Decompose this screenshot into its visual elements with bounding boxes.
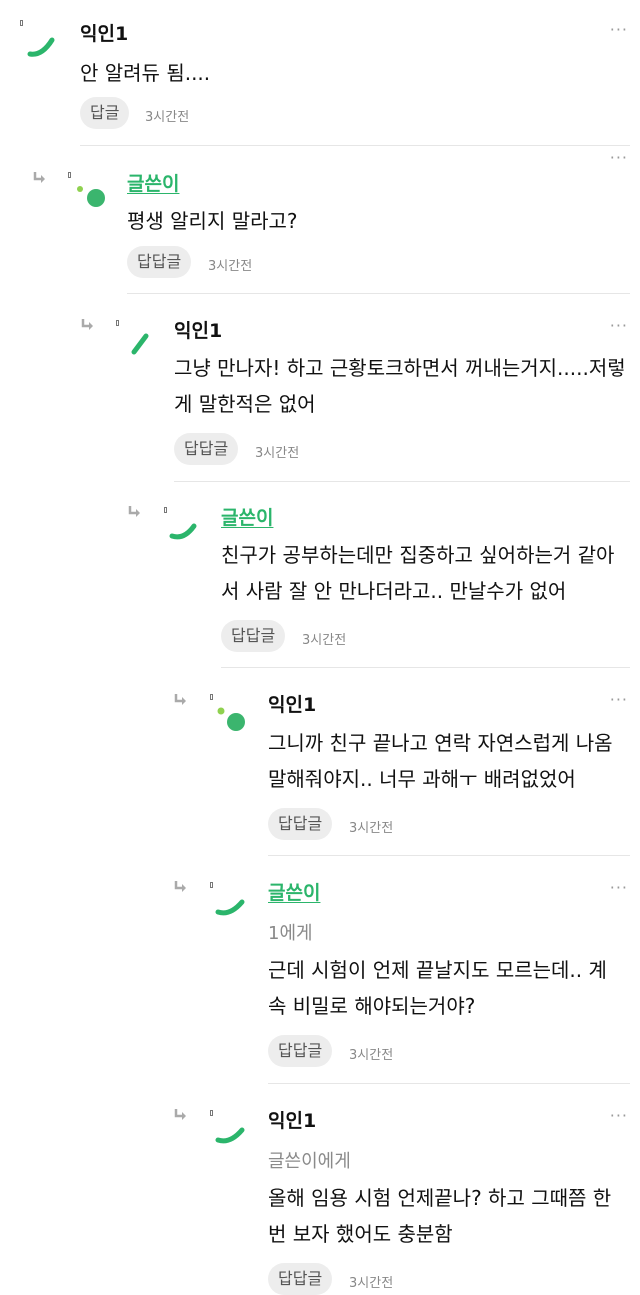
- reply-arrow-icon: [174, 1109, 186, 1120]
- avatar: [77, 186, 105, 207]
- timestamp: 3시간전: [349, 1048, 394, 1063]
- reply-arrow-icon: [128, 506, 140, 517]
- more-options-icon[interactable]: ···: [610, 148, 628, 167]
- timestamp: 3시간전: [302, 633, 347, 648]
- mention-label: 글쓴이에게: [268, 1151, 351, 1172]
- reply-arrow-icon: [174, 881, 186, 892]
- reply-arrow-icon: [81, 319, 93, 330]
- mention-label: 1에게: [268, 923, 313, 944]
- comment-author-op[interactable]: 글쓴이: [221, 503, 273, 530]
- more-options-icon[interactable]: ···: [610, 690, 628, 709]
- comment-author-op[interactable]: 글쓴이: [127, 169, 179, 196]
- comment-body: 안 알려듀 됨....: [80, 61, 211, 85]
- comment-body: 그냥 만나자! 하고 근황토크하면서 꺼내는거지.....저렇게 말한적은 없어: [174, 356, 626, 416]
- more-options-icon[interactable]: ···: [610, 20, 628, 39]
- more-options-icon[interactable]: ···: [610, 316, 628, 335]
- comment-author[interactable]: 익인1: [174, 316, 222, 343]
- reply-button[interactable]: 답답글: [221, 620, 286, 652]
- comment-body: 친구가 공부하는데만 집중하고 싶어하는거 같아서 사람 잘 안 만나더라고..…: [221, 543, 615, 603]
- reply-button[interactable]: 답답글: [127, 246, 192, 278]
- avatar: [215, 899, 245, 916]
- comment-body: 그니까 친구 끝나고 연락 자연스럽게 나옴 말해줘야지.. 너무 과해ㅜ 배려…: [268, 731, 613, 791]
- comment-body: 근데 시험이 언제 끝날지도 모르는데.. 계속 비밀로 해야되는거야?: [268, 958, 607, 1018]
- reply-arrow-icon: [33, 172, 45, 183]
- comment-body: 평생 알리지 말라고?: [127, 209, 298, 233]
- comment-author[interactable]: 익인1: [80, 19, 128, 46]
- bullet-icon: [68, 172, 71, 178]
- avatar: [217, 707, 245, 731]
- more-options-icon[interactable]: ···: [610, 1106, 628, 1125]
- avatar: [27, 37, 55, 57]
- comment-4: 익인1 ··· 그니까 친구 끝나고 연락 자연스럽게 나옴 말해줘야지.. 너…: [0, 668, 640, 856]
- bullet-icon: [116, 320, 119, 326]
- timestamp: 3시간전: [349, 821, 394, 836]
- avatar: [169, 523, 197, 540]
- comment-body: 올해 임용 시험 언제끝나? 하고 그때쯤 한번 보자 했어도 충분함: [268, 1186, 612, 1246]
- timestamp: 3시간전: [349, 1276, 394, 1291]
- reply-button[interactable]: 답답글: [268, 808, 333, 840]
- reply-button[interactable]: 답답글: [268, 1035, 333, 1067]
- comment-2: 익인1 ··· 그냥 만나자! 하고 근황토크하면서 꺼내는거지.....저렇게…: [0, 294, 640, 482]
- comment-thread: 익인1 ··· 안 알려듀 됨.... 답글 3시간전 글쓴이 ··· 평생 알…: [0, 0, 640, 1295]
- more-options-icon[interactable]: ···: [610, 878, 628, 897]
- avatar: [215, 1127, 245, 1144]
- timestamp: 3시간전: [145, 110, 190, 125]
- timestamp: 3시간전: [208, 259, 253, 274]
- timestamp: 3시간전: [255, 446, 300, 461]
- comment-1: 글쓴이 ··· 평생 알리지 말라고? 답답글 3시간전: [0, 146, 640, 294]
- comment-author[interactable]: 익인1: [268, 690, 316, 717]
- comment-3: 글쓴이 친구가 공부하는데만 집중하고 싶어하는거 같아서 사람 잘 안 만나더…: [0, 482, 640, 668]
- reply-button[interactable]: 답글: [80, 97, 130, 129]
- reply-button[interactable]: 답답글: [268, 1263, 333, 1295]
- comment-author[interactable]: 익인1: [268, 1106, 316, 1133]
- comment-0: 익인1 ··· 안 알려듀 됨.... 답글 3시간전: [0, 0, 640, 146]
- avatar: [131, 333, 149, 355]
- reply-button[interactable]: 답답글: [174, 433, 239, 465]
- comment-6: 익인1 ··· 글쓴이에게 올해 임용 시험 언제끝나? 하고 그때쯤 한번 보…: [0, 1084, 640, 1295]
- comment-author-op[interactable]: 글쓴이: [268, 878, 320, 905]
- reply-arrow-icon: [174, 694, 186, 705]
- comment-5: 글쓴이 ··· 1에게 근데 시험이 언제 끝날지도 모르는데.. 계속 비밀로…: [0, 856, 640, 1084]
